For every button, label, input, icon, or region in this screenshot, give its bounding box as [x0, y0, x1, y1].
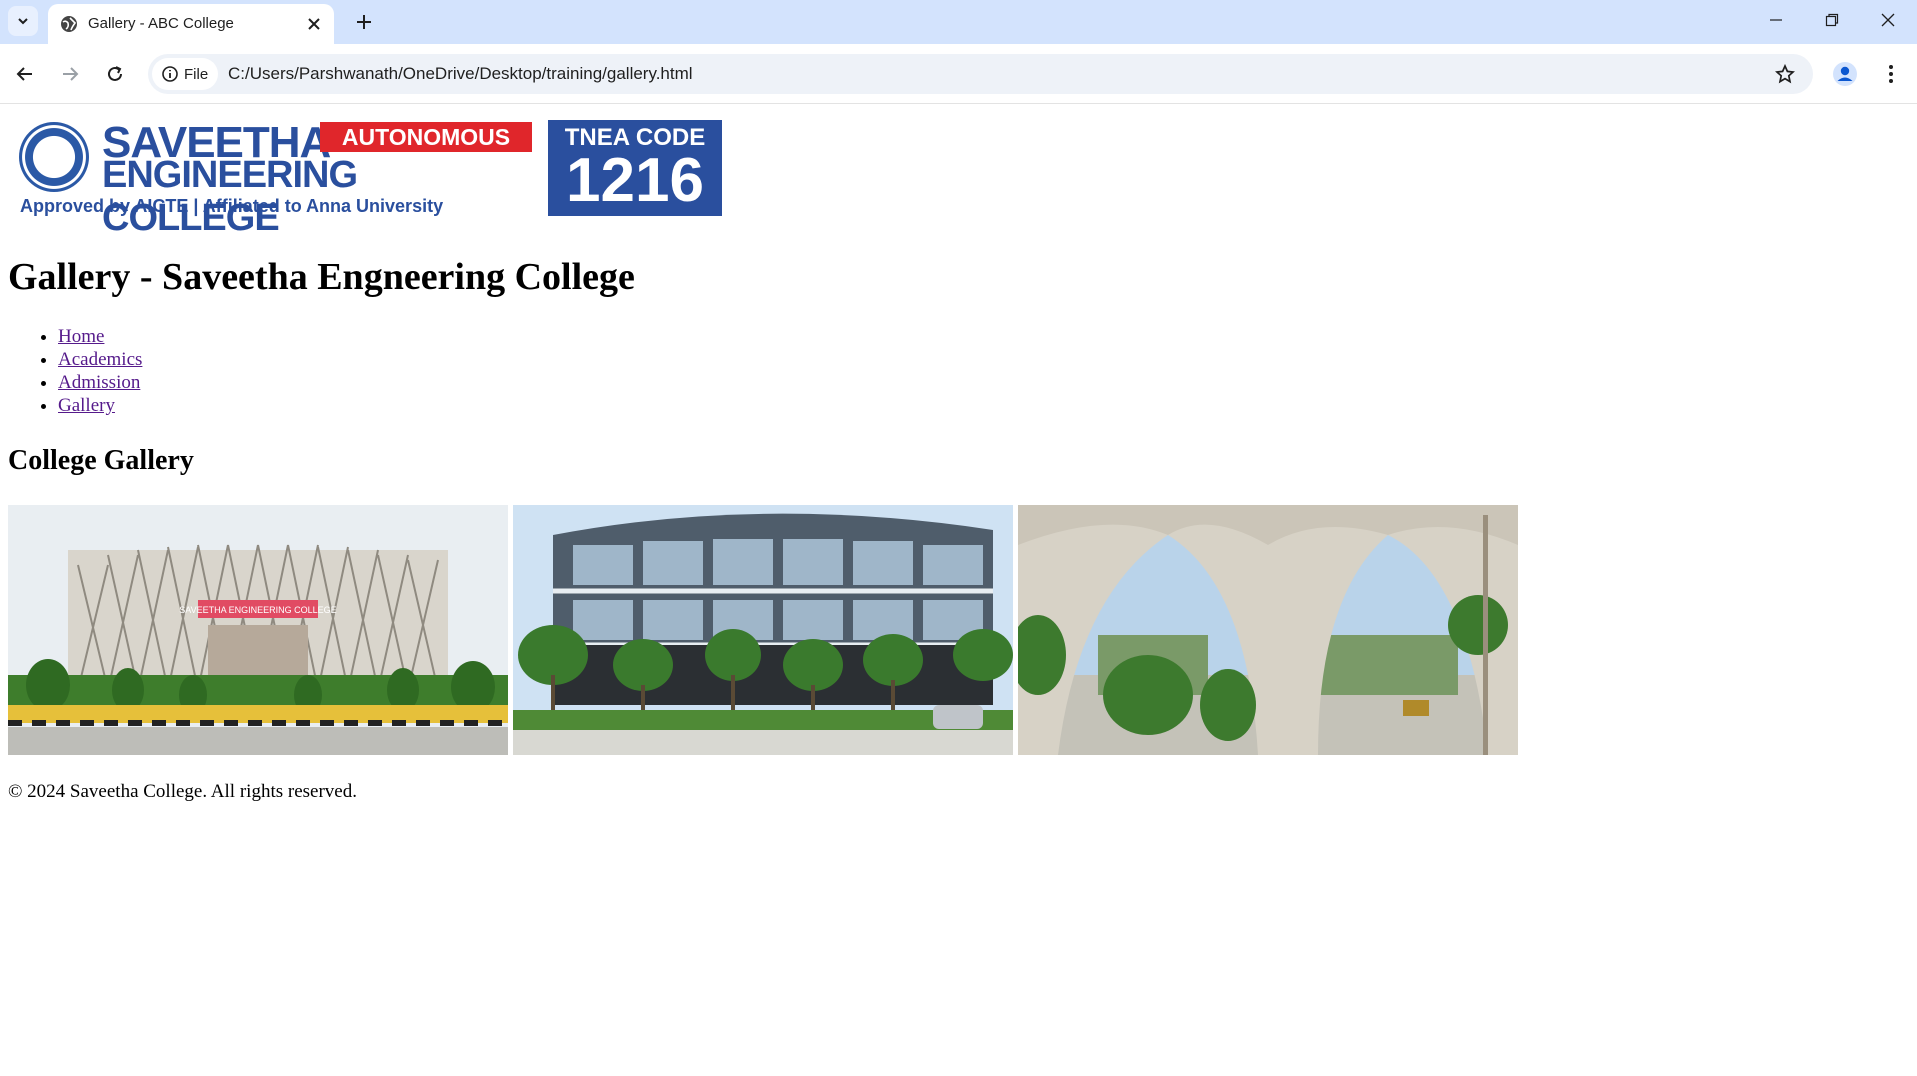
tab-title: Gallery - ABC College: [88, 15, 234, 32]
bookmark-button[interactable]: [1773, 62, 1797, 86]
nav-item-academics: Academics: [58, 348, 142, 371]
arrow-right-icon: [63, 67, 79, 81]
restore-icon: [1825, 13, 1839, 27]
reload-button[interactable]: [100, 59, 130, 89]
back-button[interactable]: [10, 59, 40, 89]
minimize-icon: [1770, 19, 1782, 21]
tab-search-button[interactable]: [8, 6, 38, 36]
arrow-left-icon: [16, 67, 32, 81]
footer-copyright: © 2024 Saveetha College. All rights rese…: [8, 781, 357, 802]
nav-item-admission: Admission: [58, 371, 142, 394]
gallery-photo-arch-gateway: [1018, 505, 1518, 755]
minimize-button[interactable]: [1748, 0, 1804, 40]
chevron-down-icon: [18, 18, 28, 25]
main-nav: Home Academics Admission Gallery: [18, 325, 142, 417]
site-chip-label: File: [184, 65, 209, 83]
nav-link-home[interactable]: Home: [58, 326, 104, 347]
site-info-chip[interactable]: File: [152, 58, 218, 90]
logo-wordmark: SAVEETHA AUTONOMOUS ENGINEERING COLLEGE …: [18, 118, 532, 239]
profile-button[interactable]: [1832, 61, 1858, 87]
new-tab-button[interactable]: [350, 8, 378, 36]
nav-link-academics[interactable]: Academics: [58, 349, 142, 370]
active-tab[interactable]: Gallery - ABC College: [48, 4, 334, 44]
close-tab-button[interactable]: [304, 14, 324, 34]
nav-item-gallery: Gallery: [58, 394, 142, 417]
photo-gallery: SAVEETHA ENGINEERING COLLEGE: [8, 505, 1520, 755]
star-icon: [1775, 64, 1795, 84]
close-window-button[interactable]: [1860, 0, 1916, 40]
section-title: College Gallery: [8, 445, 194, 476]
restore-button[interactable]: [1804, 0, 1860, 40]
globe-icon: [61, 16, 77, 32]
college-seal-icon: [19, 122, 89, 192]
address-bar[interactable]: File C:/Users/Parshwanath/OneDrive/Deskt…: [148, 54, 1813, 94]
page-title: Gallery - Saveetha Engneering College: [8, 256, 635, 298]
tab-strip: Gallery - ABC College: [0, 0, 1917, 44]
page-content: SAVEETHA AUTONOMOUS ENGINEERING COLLEGE …: [0, 105, 1917, 1076]
nav-item-home: Home: [58, 325, 142, 348]
nav-link-gallery[interactable]: Gallery: [58, 395, 115, 416]
nav-link-admission[interactable]: Admission: [58, 372, 140, 393]
browser-toolbar: File C:/Users/Parshwanath/OneDrive/Deskt…: [0, 44, 1917, 104]
gallery-photo-main-building: SAVEETHA ENGINEERING COLLEGE: [8, 505, 508, 755]
reload-icon: [108, 66, 122, 81]
college-logo: SAVEETHA AUTONOMOUS ENGINEERING COLLEGE …: [18, 118, 722, 239]
plus-icon: [357, 15, 371, 29]
close-icon: [1881, 13, 1895, 27]
info-icon: [162, 66, 178, 82]
browser-menu-button[interactable]: [1878, 61, 1904, 87]
logo-tnea-block: TNEA CODE 1216: [548, 120, 722, 216]
logo-tnea-code: 1216: [566, 146, 704, 215]
building-sign: SAVEETHA ENGINEERING COLLEGE: [179, 605, 336, 615]
logo-tagline: Approved by AICTE | Affiliated to Anna U…: [20, 196, 444, 216]
logo-autonomous-badge: AUTONOMOUS: [320, 122, 532, 152]
url-text[interactable]: C:/Users/Parshwanath/OneDrive/Desktop/tr…: [228, 64, 693, 84]
close-icon: [308, 18, 320, 30]
forward-button[interactable]: [55, 59, 85, 89]
gallery-photo-glass-building: [513, 505, 1013, 755]
more-vertical-icon: [1889, 65, 1893, 83]
avatar-icon: [1833, 62, 1857, 86]
